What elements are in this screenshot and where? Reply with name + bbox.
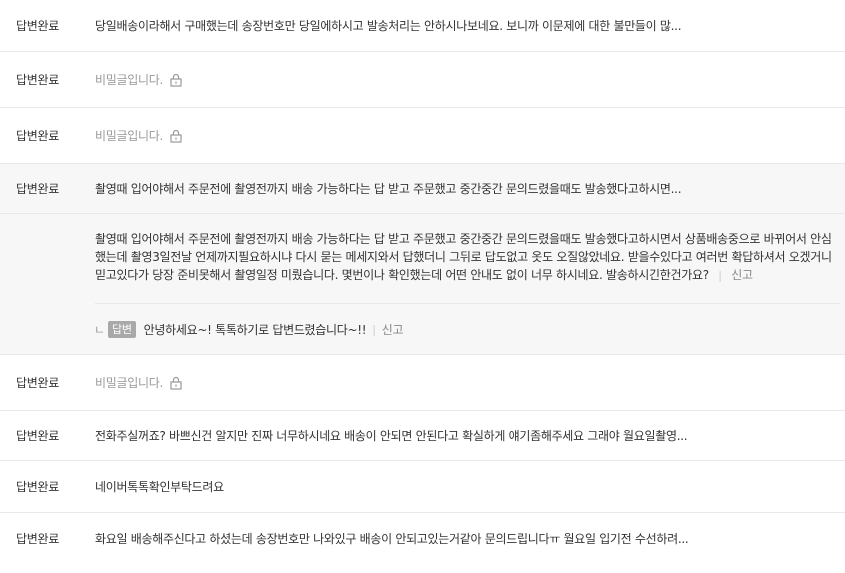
lock-icon — [170, 376, 182, 390]
secret-label: 비밀글입니다. — [95, 376, 163, 390]
answer-text: 안녕하세요~! 톡톡하기로 답변드렸습니다~!! — [143, 322, 367, 337]
answer-status: 답변완료 — [16, 376, 59, 390]
qna-title[interactable]: 촬영때 입어야해서 주문전에 촬영전까지 배송 가능하다는 답 받고 주문했고 … — [95, 180, 845, 197]
qna-list: 답변완료 당일배송이라해서 구매했는데 송장번호만 당일에하시고 발송처리는 안… — [0, 0, 845, 563]
answer-status: 답변완료 — [16, 129, 59, 143]
qna-title[interactable]: 비밀글입니다. — [95, 374, 845, 391]
qna-title[interactable]: 비밀글입니다. — [95, 71, 845, 88]
qna-row[interactable]: 답변완료 전화주실꺼죠? 바쁘신건 알지만 진짜 너무하시네요 배송이 안되면 … — [0, 411, 845, 461]
answer-status: 답변완료 — [16, 429, 59, 443]
answer-status: 답변완료 — [16, 19, 59, 33]
qna-title[interactable]: 전화주실꺼죠? 바쁘신건 알지만 진짜 너무하시네요 배송이 안되면 안된다고 … — [95, 427, 845, 444]
secret-label: 비밀글입니다. — [95, 129, 163, 143]
qna-row-secret[interactable]: 답변완료 비밀글입니다. — [0, 52, 845, 108]
answer-status: 답변완료 — [16, 480, 59, 494]
separator: | — [718, 269, 722, 282]
qna-row[interactable]: 답변완료 당일배송이라해서 구매했는데 송장번호만 당일에하시고 발송처리는 안… — [0, 0, 845, 52]
qna-title[interactable]: 당일배송이라해서 구매했는데 송장번호만 당일에하시고 발송처리는 안하시나보네… — [95, 17, 845, 34]
answer-report-link[interactable]: 신고 — [382, 321, 404, 338]
separator: | — [372, 322, 376, 336]
report-link[interactable]: 신고 — [731, 268, 753, 282]
answer-badge: 답변 — [108, 320, 136, 338]
qna-row-secret[interactable]: 답변완료 비밀글입니다. — [0, 355, 845, 411]
question-body: 촬영때 입어야해서 주문전에 촬영전까지 배송 가능하다는 답 받고 주문했고 … — [95, 214, 840, 304]
qna-detail: 촬영때 입어야해서 주문전에 촬영전까지 배송 가능하다는 답 받고 주문했고 … — [0, 214, 845, 355]
qna-row[interactable]: 답변완료 네이버톡톡확인부탁드려요 — [0, 461, 845, 513]
qna-row-expanded[interactable]: 답변완료 촬영때 입어야해서 주문전에 촬영전까지 배송 가능하다는 답 받고 … — [0, 164, 845, 214]
qna-title[interactable]: 비밀글입니다. — [95, 127, 845, 144]
answer-status: 답변완료 — [16, 73, 59, 87]
answer-body: ㄴ 답변 안녕하세요~! 톡톡하기로 답변드렸습니다~!! | 신고 — [94, 304, 845, 354]
lock-icon — [170, 129, 182, 143]
lock-icon — [170, 73, 182, 87]
qna-title[interactable]: 화요일 배송해주신다고 하셨는데 송장번호만 나와있구 배송이 안되고있는거같아… — [95, 530, 845, 547]
secret-label: 비밀글입니다. — [95, 73, 163, 87]
answer-status: 답변완료 — [16, 182, 59, 196]
qna-row[interactable]: 답변완료 화요일 배송해주신다고 하셨는데 송장번호만 나와있구 배송이 안되고… — [0, 513, 845, 563]
reply-arrow-icon: ㄴ — [94, 322, 105, 337]
qna-row-secret[interactable]: 답변완료 비밀글입니다. — [0, 108, 845, 164]
answer-status: 답변완료 — [16, 531, 59, 546]
qna-title[interactable]: 네이버톡톡확인부탁드려요 — [95, 478, 845, 495]
